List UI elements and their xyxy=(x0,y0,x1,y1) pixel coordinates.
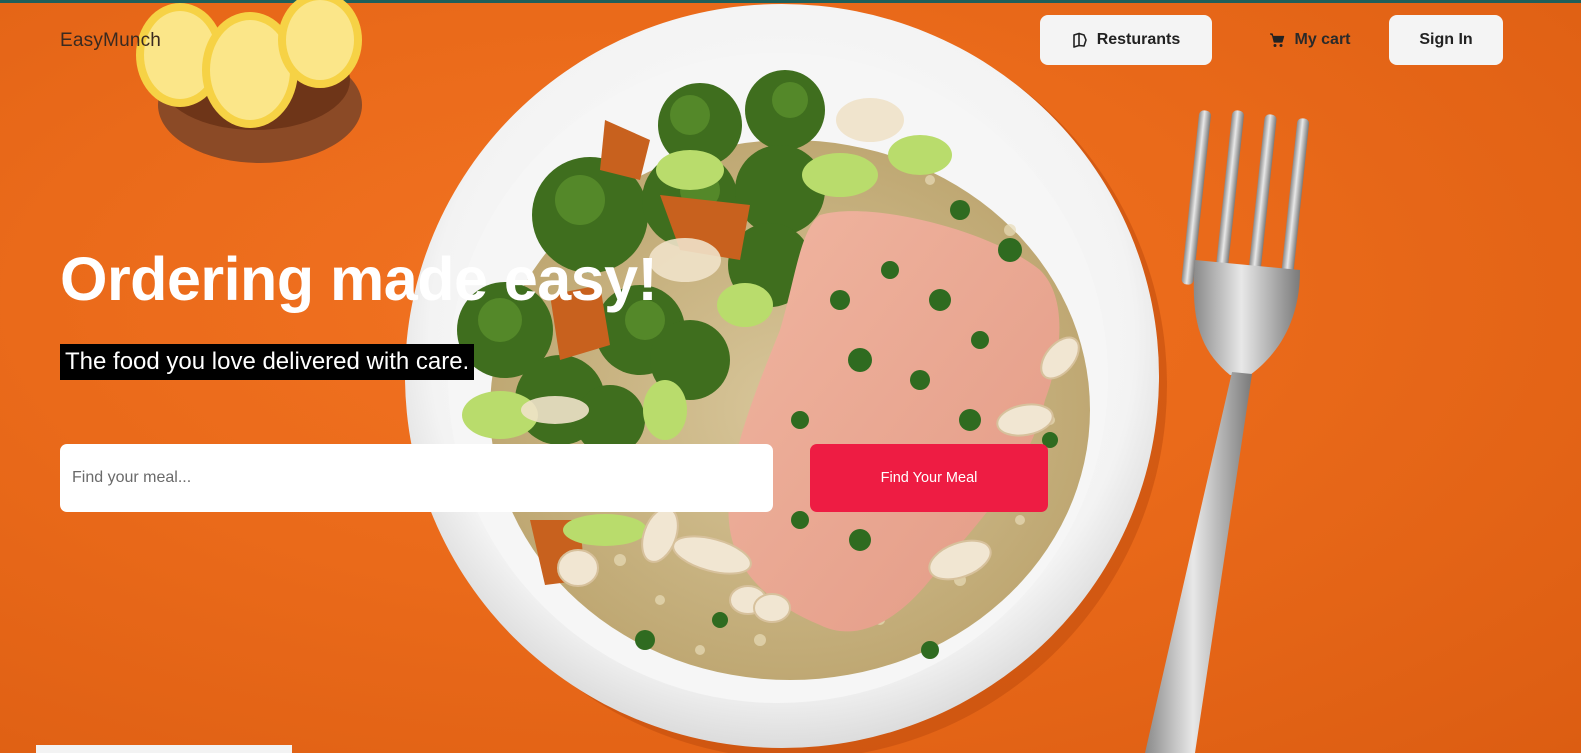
my-cart-button[interactable]: My cart xyxy=(1262,15,1358,65)
sign-in-button[interactable]: Sign In xyxy=(1389,15,1503,65)
sign-in-label: Sign In xyxy=(1419,31,1473,48)
restaurants-label: Resturants xyxy=(1096,31,1181,48)
hero-subline: The food you love delivered with care. xyxy=(60,344,475,380)
bottom-scroll-indicator xyxy=(36,745,292,753)
hero-headline: Ordering made easy! xyxy=(60,245,658,313)
restaurants-button[interactable]: Resturants xyxy=(1040,15,1212,65)
meal-search-input[interactable] xyxy=(60,444,773,512)
restaurant-menu-icon xyxy=(1072,32,1088,48)
brand-logo-text[interactable]: EasyMunch xyxy=(60,30,161,52)
find-meal-button[interactable]: Find Your Meal xyxy=(810,444,1048,512)
hero-section: EasyMunch Resturants My cart Sign In Ord… xyxy=(0,0,1581,753)
cart-icon xyxy=(1269,32,1285,48)
my-cart-label: My cart xyxy=(1294,31,1351,48)
